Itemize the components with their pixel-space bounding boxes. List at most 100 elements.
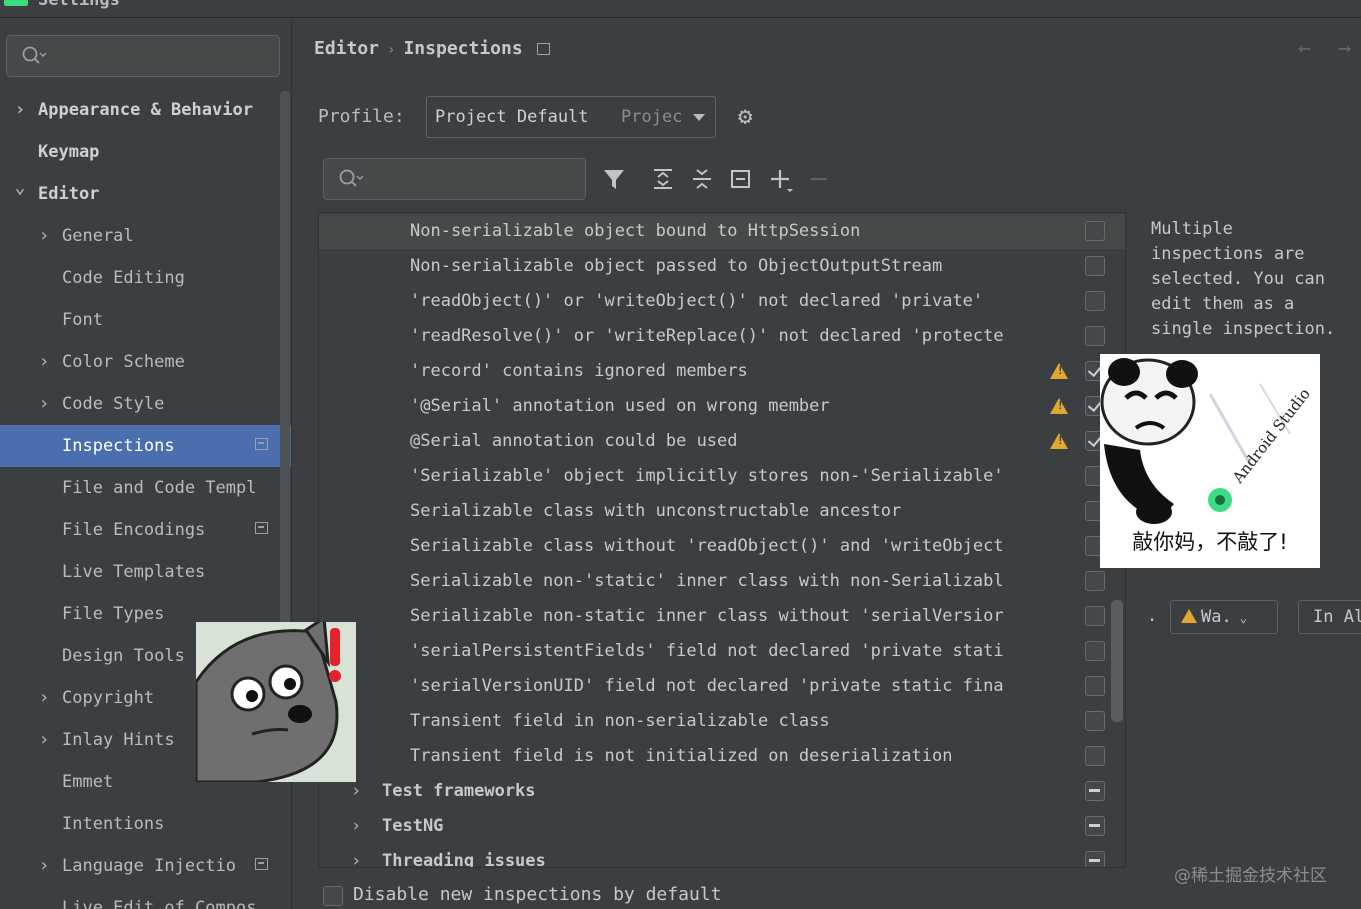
sidebar-item-label: Live Templates	[62, 562, 206, 582]
filter-icon[interactable]	[602, 168, 628, 192]
inspection-row[interactable]: 'record' contains ignored members	[319, 354, 1125, 389]
sidebar-item[interactable]: File and Code Templ	[0, 467, 291, 509]
inspection-label: Transient field is not initialized on de…	[410, 746, 953, 766]
inspection-row[interactable]: Transient field is not initialized on de…	[319, 739, 1125, 774]
chevron-right-icon[interactable]: ›	[351, 809, 361, 844]
add-icon[interactable]	[770, 168, 796, 194]
sidebar-item[interactable]: ⌄ Editor	[0, 173, 291, 215]
sidebar-item[interactable]: Keymap	[0, 131, 291, 173]
sidebar-item[interactable]: Live Edit of Compos	[0, 887, 291, 909]
sidebar-item[interactable]: Inspections	[0, 425, 291, 467]
sidebar-item-label: Code Editing	[62, 268, 185, 288]
sidebar-item-label: Code Style	[62, 394, 165, 414]
description-line: single inspection.	[1151, 319, 1336, 339]
chevron-right-icon[interactable]: ›	[38, 215, 50, 257]
inspection-row[interactable]: 'Serializable' object implicitly stores …	[319, 459, 1125, 494]
sidebar-search-input[interactable]	[6, 35, 280, 77]
sidebar-item-label: File Types	[62, 604, 165, 624]
chevron-right-icon[interactable]: ›	[38, 341, 50, 383]
sidebar-item-label: General	[62, 226, 134, 246]
inspection-label: Transient field in non-serializable clas…	[410, 711, 830, 731]
surprised-dog-sticker	[196, 622, 356, 782]
inspection-checkbox[interactable]	[1085, 571, 1105, 591]
inspection-row[interactable]: 'readObject()' or 'writeObject()' not de…	[319, 284, 1125, 319]
disable-new-inspections-checkbox[interactable]	[323, 886, 343, 906]
sidebar-item[interactable]: › Language Injectio	[0, 845, 291, 887]
inspection-checkbox[interactable]	[1085, 676, 1105, 696]
back-arrow-icon[interactable]: ←	[1298, 36, 1311, 61]
chevron-right-icon[interactable]: ›	[14, 89, 26, 131]
inspection-label: Non-serializable object bound to HttpSes…	[410, 221, 861, 241]
sidebar-item-label: Design Tools	[62, 646, 185, 666]
inspection-checkbox[interactable]	[1085, 816, 1105, 836]
description-line: inspections are	[1151, 244, 1305, 264]
sidebar-item[interactable]: Font	[0, 299, 291, 341]
inspection-label: Serializable non-static inner class with…	[410, 606, 1004, 626]
inspection-checkbox[interactable]	[1085, 221, 1105, 241]
chevron-right-icon[interactable]: ›	[38, 845, 50, 887]
inspection-checkbox[interactable]	[1085, 606, 1105, 626]
sidebar-item[interactable]: File Encodings	[0, 509, 291, 551]
collapse-all-icon[interactable]	[691, 168, 713, 190]
inspection-row[interactable]: 'serialPersistentFields' field not decla…	[319, 634, 1125, 669]
inspection-checkbox[interactable]	[1085, 781, 1105, 801]
inspection-row[interactable]: Transient field in non-serializable clas…	[319, 704, 1125, 739]
sidebar-item[interactable]: › Appearance & Behavior	[0, 89, 291, 131]
chevron-right-icon[interactable]: ›	[38, 677, 50, 719]
inspection-row[interactable]: @Serial annotation could be used	[319, 424, 1125, 459]
inspection-row[interactable]: Non-serializable object passed to Object…	[319, 249, 1125, 284]
inspection-checkbox[interactable]	[1085, 711, 1105, 731]
inspection-search-input[interactable]	[323, 158, 586, 200]
severity-dropdown[interactable]: Wa. ⌄	[1170, 600, 1278, 634]
inspection-row[interactable]: Serializable non-static inner class with…	[319, 599, 1125, 634]
gear-icon[interactable]: ⚙	[738, 102, 752, 130]
chevron-down-icon[interactable]: ⌄	[14, 173, 26, 209]
inspection-checkbox[interactable]	[1085, 326, 1105, 346]
chevron-down-icon	[693, 114, 705, 121]
disable-new-inspections-label[interactable]: Disable new inspections by default	[353, 884, 721, 905]
chevron-right-icon[interactable]: ›	[38, 383, 50, 425]
inspection-label: 'Serializable' object implicitly stores …	[410, 466, 1004, 486]
breadcrumb-editor[interactable]: Editor	[314, 38, 379, 59]
sidebar-item[interactable]: › Code Style	[0, 383, 291, 425]
inspection-row[interactable]: Serializable non-'static' inner class wi…	[319, 564, 1125, 599]
inspection-label: 'record' contains ignored members	[410, 361, 748, 381]
sidebar-item[interactable]: › General	[0, 215, 291, 257]
inspection-label: Serializable class with unconstructable …	[410, 501, 902, 521]
scope-dropdown[interactable]: In Al	[1298, 600, 1361, 634]
inspection-checkbox[interactable]	[1085, 746, 1105, 766]
breadcrumb-inspections: Inspections	[403, 38, 523, 59]
inspection-row[interactable]: Serializable class without 'readObject()…	[319, 529, 1125, 564]
inspection-checkbox[interactable]	[1085, 641, 1105, 661]
chevron-right-icon[interactable]: ›	[38, 719, 50, 761]
expand-all-icon[interactable]	[652, 168, 674, 190]
inspection-group-row[interactable]: › Test frameworks	[319, 774, 1125, 809]
inspection-scrollbar[interactable]	[1111, 600, 1123, 722]
window-title: Settings	[38, 0, 120, 10]
profile-dropdown[interactable]: Project Default Project	[426, 96, 716, 138]
inspection-checkbox[interactable]	[1085, 851, 1105, 867]
inspection-label: Serializable non-'static' inner class wi…	[410, 571, 1004, 591]
inspection-label: 'readObject()' or 'writeObject()' not de…	[410, 291, 984, 311]
chevron-right-icon[interactable]: ›	[351, 844, 361, 867]
inspection-row[interactable]: '@Serial' annotation used on wrong membe…	[319, 389, 1125, 424]
inspection-row[interactable]: 'serialVersionUID' field not declared 'p…	[319, 669, 1125, 704]
sidebar-item[interactable]: Code Editing	[0, 257, 291, 299]
inspection-group-row[interactable]: › Threading issues	[319, 844, 1125, 867]
inspection-row[interactable]: Serializable class with unconstructable …	[319, 494, 1125, 529]
inspection-checkbox[interactable]	[1085, 291, 1105, 311]
sidebar-item[interactable]: Live Templates	[0, 551, 291, 593]
inspection-row[interactable]: 'readResolve()' or 'writeReplace()' not …	[319, 319, 1125, 354]
sidebar-scrollbar[interactable]	[280, 91, 290, 631]
reset-to-default-icon[interactable]	[730, 168, 752, 190]
inspection-row[interactable]: Non-serializable object bound to HttpSes…	[319, 214, 1125, 249]
sidebar-item[interactable]: › Color Scheme	[0, 341, 291, 383]
sidebar-item[interactable]: Intentions	[0, 803, 291, 845]
description-line: Multiple	[1151, 219, 1233, 239]
sidebar-item-label: File and Code Templ	[62, 478, 257, 498]
inspection-checkbox[interactable]	[1085, 256, 1105, 276]
forward-arrow-icon[interactable]: →	[1338, 36, 1351, 61]
inspection-group-row[interactable]: › TestNG	[319, 809, 1125, 844]
breadcrumb-separator: ›	[387, 42, 396, 58]
remove-icon[interactable]	[809, 168, 831, 190]
